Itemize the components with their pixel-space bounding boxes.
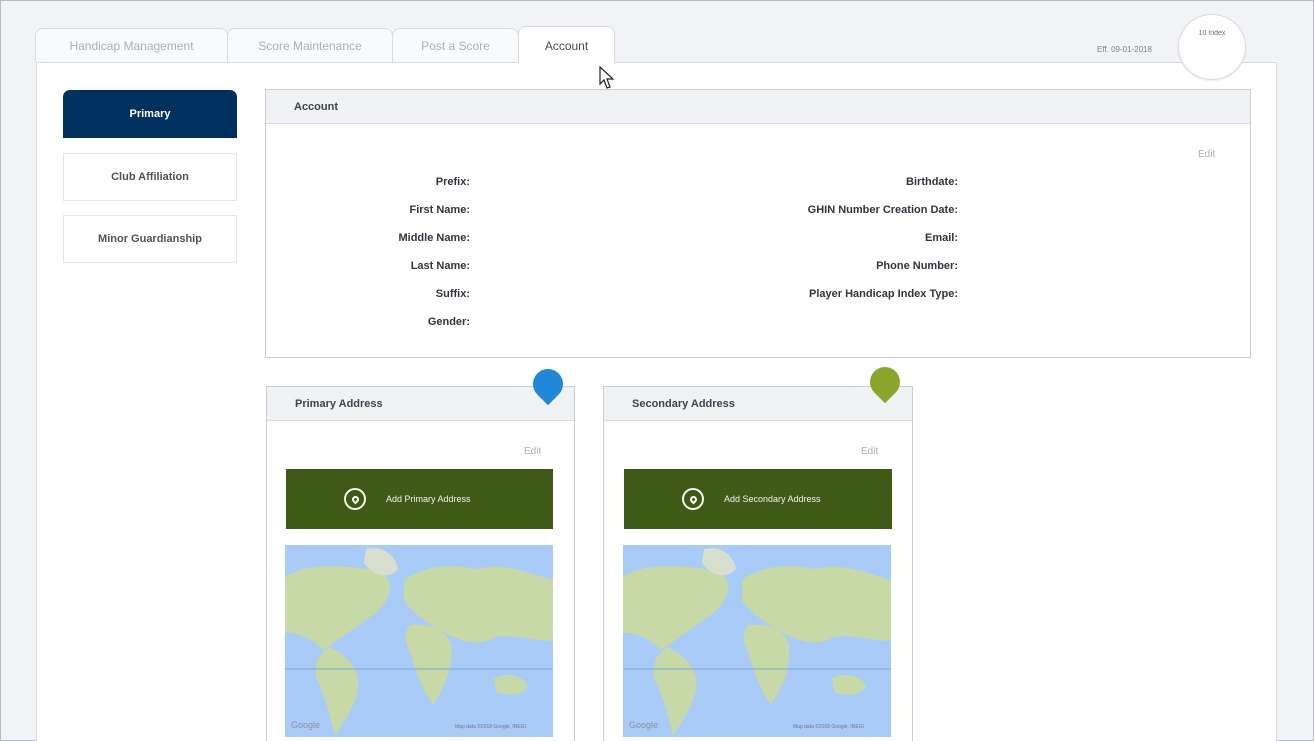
add-primary-address-label: Add Primary Address [386,494,471,504]
primary-address-edit-link[interactable]: Edit [524,446,541,457]
location-pin-icon [682,488,704,510]
map-logo: Google [291,720,320,730]
map-logo: Google [629,720,658,730]
location-pin-icon [344,488,366,510]
primary-address-map[interactable]: Google Map data ©2018 Google, INEGI [285,545,553,737]
add-primary-address-button[interactable]: Add Primary Address [286,469,553,529]
tab-post-a-score[interactable]: Post a Score [392,28,519,62]
sidebar-item-club-affiliation[interactable]: Club Affiliation [63,153,237,201]
field-birthdate: Birthdate: [906,176,958,188]
map-attribution: Map data ©2018 Google, INEGI [793,723,864,730]
field-last-name: Last Name: [410,260,470,272]
field-ghin-creation-date: GHIN Number Creation Date: [807,204,958,216]
primary-address-title: Primary Address [295,397,383,410]
account-card-header: Account [266,90,1250,124]
field-first-name: First Name: [409,204,470,216]
field-email: Email: [924,232,958,244]
tab-label: Handicap Management [69,38,194,53]
field-gender: Gender: [427,316,470,328]
add-secondary-address-label: Add Secondary Address [724,494,821,504]
field-player-handicap-index-type: Player Handicap Index Type: [809,288,958,300]
sidebar-item-label: Club Affiliation [111,171,189,183]
tab-score-maintenance[interactable]: Score Maintenance [227,28,393,62]
field-phone-number: Phone Number: [876,260,958,272]
add-secondary-address-button[interactable]: Add Secondary Address [624,469,892,529]
handicap-index-circle: 10 Index [1178,14,1246,80]
effective-date: Eff. 09-01-2018 [1097,45,1153,54]
primary-address-header: Primary Address [267,387,574,421]
tab-label: Account [544,38,589,53]
handicap-index-label: 10 Index [1198,30,1226,37]
field-suffix: Suffix: [435,288,470,300]
secondary-address-header: Secondary Address [604,387,912,421]
secondary-address-title: Secondary Address [632,397,735,410]
tab-label: Post a Score [421,38,490,53]
sidebar-item-minor-guardianship[interactable]: Minor Guardianship [63,215,237,263]
account-title: Account [294,100,338,113]
field-prefix: Prefix: [435,176,470,188]
mouse-cursor-icon [599,65,619,95]
sidebar-item-label: Primary [129,108,171,120]
sidebar-item-primary[interactable]: Primary [63,90,237,138]
tab-handicap-management[interactable]: Handicap Management [35,28,228,62]
secondary-address-map[interactable]: Google Map data ©2018 Google, INEGI [623,545,891,737]
field-middle-name: Middle Name: [398,232,470,244]
tab-label: Score Maintenance [258,38,362,53]
tab-account[interactable]: Account [518,26,615,64]
sidebar-item-label: Minor Guardianship [98,233,202,245]
map-attribution: Map data ©2018 Google, INEGI [455,723,526,730]
account-edit-link[interactable]: Edit [1198,149,1215,160]
secondary-address-edit-link[interactable]: Edit [861,446,878,457]
